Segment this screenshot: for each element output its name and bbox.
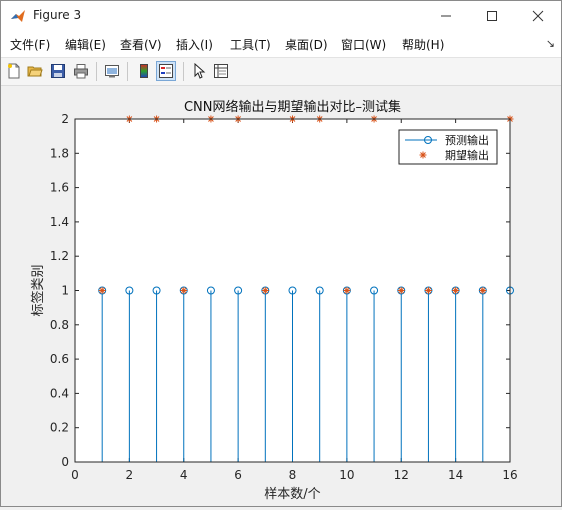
menu-file[interactable]: 文件(F) — [10, 36, 50, 53]
maximize-button[interactable] — [469, 1, 515, 31]
chart-title: CNN网络输出与期望输出对比–测试集 — [184, 99, 401, 115]
property-inspector-button[interactable] — [211, 61, 231, 81]
save-icon — [51, 64, 65, 78]
toolbar-separator — [183, 62, 184, 81]
new-figure-button[interactable] — [4, 61, 24, 81]
y-tick-label: 1 — [61, 284, 69, 298]
print-icon — [74, 64, 88, 79]
y-tick-label: 1.2 — [50, 249, 69, 263]
legend-button[interactable] — [156, 61, 176, 81]
y-tick-label: 1.8 — [50, 146, 69, 160]
expected-point — [397, 287, 405, 294]
y-tick-label: 0.4 — [50, 386, 69, 400]
expected-point — [180, 287, 188, 294]
maximize-icon — [487, 11, 497, 21]
menu-edit[interactable]: 编辑(E) — [65, 36, 106, 53]
colorbar-icon — [140, 64, 148, 78]
save-button[interactable] — [48, 61, 68, 81]
chart[interactable]: 0 0.2 0.4 0.6 0.8 1 1.2 1.4 1.6 1.8 2 0 2 4 6 8 10 12 14 1… — [1, 86, 561, 506]
minimize-icon — [441, 15, 451, 17]
legend[interactable]: 预测输出期望输出 — [398, 129, 498, 165]
property-inspector-icon — [214, 64, 228, 78]
menu-desktop[interactable]: 桌面(D) — [285, 36, 328, 53]
y-tick-label: 0 — [61, 455, 69, 469]
y-tick-label: 1.6 — [50, 181, 69, 195]
edit-plot-button[interactable] — [189, 61, 209, 81]
toolbar — [1, 58, 561, 86]
x-tick-label: 12 — [394, 468, 409, 482]
window-title: Figure 3 — [33, 8, 82, 22]
close-button[interactable] — [515, 1, 561, 31]
x-axis-label: 样本数/个 — [264, 487, 320, 502]
link-plot-button[interactable] — [102, 61, 122, 81]
expected-point — [479, 287, 487, 294]
colorbar-button[interactable] — [134, 61, 154, 81]
legend-label-predicted: 预测输出 — [445, 133, 489, 147]
figure-window: Figure 3 文件(F) 编辑(E) 查看(V) 插入(I) 工具(T) 桌… — [0, 0, 562, 507]
y-tick-label: 0.2 — [50, 421, 69, 435]
menu-help[interactable]: 帮助(H) — [402, 36, 444, 53]
legend-expected-marker — [419, 151, 427, 159]
menu-dock-icon[interactable]: ↘ — [546, 37, 555, 50]
menu-tools[interactable]: 工具(T) — [230, 36, 271, 53]
x-tick-label: 0 — [71, 468, 79, 482]
legend-icon — [159, 64, 173, 78]
x-tick-label: 2 — [126, 468, 134, 482]
menu-window[interactable]: 窗口(W) — [341, 36, 386, 53]
toolbar-separator — [127, 62, 128, 81]
menu-view[interactable]: 查看(V) — [120, 36, 162, 53]
link-plot-icon — [105, 65, 119, 78]
pointer-icon — [194, 63, 206, 79]
x-tick-label: 14 — [448, 468, 463, 482]
expected-point — [98, 287, 106, 294]
x-tick-label: 16 — [502, 468, 517, 482]
legend-label-expected: 期望输出 — [445, 148, 489, 162]
figure-area: 0 0.2 0.4 0.6 0.8 1 1.2 1.4 1.6 1.8 2 0 2 4 6 8 10 12 14 1… — [1, 86, 561, 506]
expected-point — [261, 287, 269, 294]
y-tick-label: 2 — [61, 112, 69, 126]
x-tick-label: 8 — [289, 468, 297, 482]
matlab-icon — [11, 10, 25, 22]
close-icon — [532, 10, 544, 22]
print-button[interactable] — [71, 61, 91, 81]
y-tick-label: 1.4 — [50, 215, 69, 229]
y-tick-label: 0.6 — [50, 352, 69, 366]
expected-point — [424, 287, 432, 294]
expected-point — [343, 287, 351, 294]
y-tick-label: 0.8 — [50, 318, 69, 332]
toolbar-separator — [96, 62, 97, 81]
open-file-button[interactable] — [25, 61, 45, 81]
menu-bar: 文件(F) 编辑(E) 查看(V) 插入(I) 工具(T) 桌面(D) 窗口(W… — [1, 31, 561, 58]
x-tick-label: 6 — [234, 468, 242, 482]
menu-insert[interactable]: 插入(I) — [176, 36, 213, 53]
x-tick-label: 4 — [180, 468, 188, 482]
open-file-icon — [27, 66, 43, 77]
title-bar: Figure 3 — [1, 1, 561, 31]
x-tick-label: 10 — [339, 468, 354, 482]
y-axis-label: 标签类别 — [30, 264, 46, 316]
minimize-button[interactable] — [423, 1, 469, 31]
expected-point — [452, 287, 460, 294]
new-figure-icon — [8, 63, 20, 79]
